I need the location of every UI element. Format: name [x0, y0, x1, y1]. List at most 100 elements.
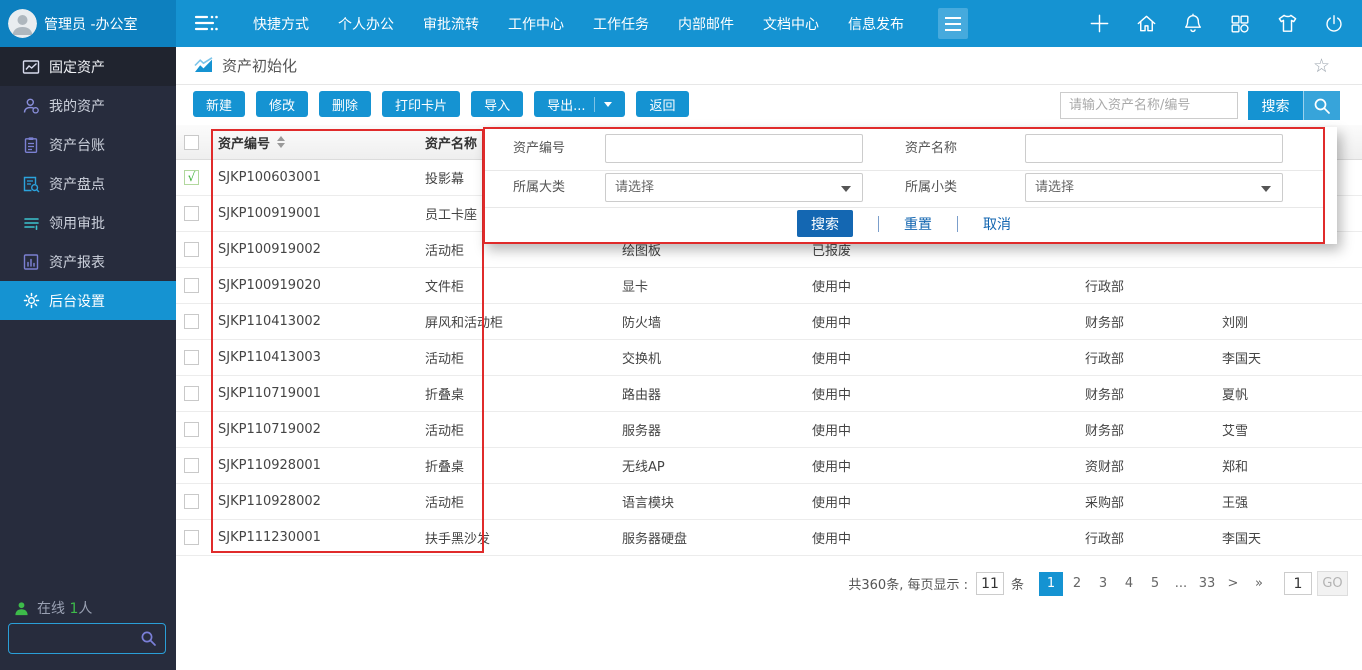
topnav-item-6[interactable]: 文档中心 — [763, 14, 819, 34]
row-checkbox[interactable] — [184, 458, 199, 473]
cell-name: 投影幕 — [425, 160, 464, 195]
cell-id: SJKP110928002 — [218, 484, 321, 519]
power-icon[interactable] — [1322, 12, 1346, 36]
row-checkbox[interactable] — [184, 206, 199, 221]
search-button[interactable]: 搜索 — [1248, 91, 1340, 120]
column-header-asset-name[interactable]: 资产名称 — [425, 125, 492, 159]
sidebar-search-input[interactable] — [15, 625, 133, 652]
cell-id: SJKP111230001 — [218, 520, 321, 555]
button-label: 新建 — [206, 95, 232, 114]
filter-asset-name-input[interactable] — [1025, 134, 1283, 163]
cell-name: 活动柜 — [425, 484, 464, 519]
asset-search-input[interactable] — [1060, 92, 1238, 119]
row-checkbox[interactable] — [184, 350, 199, 365]
go-button[interactable]: GO — [1317, 571, 1348, 596]
sidebar-search-box[interactable] — [8, 623, 166, 654]
cell-id: SJKP100919002 — [218, 232, 321, 267]
nav-collapse-icon[interactable] — [194, 13, 220, 37]
page-size-input[interactable] — [976, 572, 1004, 595]
page-button-2[interactable]: 2 — [1065, 572, 1089, 596]
page-button-3[interactable]: 3 — [1091, 572, 1115, 596]
sort-icon[interactable] — [277, 136, 285, 148]
row-checkbox[interactable] — [184, 242, 199, 257]
toolbar-button-修改[interactable]: 修改 — [256, 91, 308, 117]
online-suffix: 人 — [78, 601, 92, 617]
row-checkbox[interactable] — [184, 422, 199, 437]
topnav-item-7[interactable]: 信息发布 — [848, 14, 904, 34]
filter-asset-name-label: 资产名称 — [905, 134, 957, 164]
filter-cancel-link[interactable]: 取消 — [983, 214, 1011, 234]
menu-toggle-button[interactable] — [938, 8, 968, 39]
search-button-label[interactable]: 搜索 — [1248, 91, 1303, 120]
table-row: SJKP110719001折叠桌路由器使用中财务部夏帆 — [176, 376, 1362, 412]
sidebar-item-资产报表[interactable]: 资产报表 — [0, 242, 176, 281]
topnav-item-1[interactable]: 个人办公 — [338, 14, 394, 34]
cell-id: SJKP100919001 — [218, 196, 321, 231]
search-magnifier-icon[interactable] — [1303, 91, 1340, 120]
page-size-unit: 条 — [1011, 574, 1024, 593]
last-page-button[interactable]: » — [1247, 572, 1271, 596]
row-checkbox[interactable]: √ — [184, 170, 199, 185]
theme-icon[interactable] — [1275, 12, 1299, 36]
sidebar-search-icon[interactable] — [140, 630, 157, 651]
goto-page-input[interactable] — [1284, 572, 1312, 595]
plus-icon[interactable] — [1087, 12, 1111, 36]
table-row: SJKP111230001扶手黑沙发服务器硬盘使用中行政部李国天 — [176, 520, 1362, 556]
sidebar-item-label: 我的资产 — [49, 96, 105, 116]
toolbar-button-打印卡片[interactable]: 打印卡片 — [382, 91, 460, 117]
toolbar-button-删除[interactable]: 删除 — [319, 91, 371, 117]
filter-major-class-select[interactable]: 请选择 — [605, 173, 863, 202]
topnav-item-4[interactable]: 工作任务 — [593, 14, 649, 34]
filter-minor-class-select[interactable]: 请选择 — [1025, 173, 1283, 202]
page-button-1[interactable]: 1 — [1039, 572, 1063, 596]
sidebar-item-后台设置[interactable]: 后台设置 — [0, 281, 176, 320]
toolbar-button-返回[interactable]: 返回 — [636, 91, 688, 117]
sidebar-item-label: 后台设置 — [49, 291, 105, 311]
row-checkbox[interactable] — [184, 386, 199, 401]
sidebar-item-领用审批[interactable]: 领用审批 — [0, 203, 176, 242]
toolbar-button-导出[interactable]: 导出... — [534, 91, 625, 117]
page-title-chart-icon — [194, 57, 213, 74]
button-label: 导出... — [547, 95, 585, 114]
table-row: SJKP110413002屏风和活动柜防火墙使用中财务部刘刚 — [176, 304, 1362, 340]
toolbar-button-新建[interactable]: 新建 — [193, 91, 245, 117]
home-icon[interactable] — [1134, 12, 1158, 36]
sidebar-item-固定资产[interactable]: 固定资产 — [0, 47, 176, 86]
avatar — [8, 9, 37, 38]
page-button-5[interactable]: 5 — [1143, 572, 1167, 596]
topbar: 管理员 -办公室 快捷方式 个人办公 审批流转 工作中心 工作任务 内部邮件 文档中心 信息发… — [0, 0, 1362, 47]
filter-reset-link[interactable]: 重置 — [904, 214, 932, 234]
cell-device: 服务器硬盘 — [622, 520, 687, 555]
favorite-star-icon[interactable]: ☆ — [1313, 55, 1330, 77]
bell-icon[interactable] — [1181, 12, 1205, 36]
toolbar-button-导入[interactable]: 导入 — [471, 91, 523, 117]
filter-asset-id-input[interactable] — [605, 134, 863, 163]
topnav-item-2[interactable]: 审批流转 — [423, 14, 479, 34]
row-checkbox[interactable] — [184, 494, 199, 509]
row-checkbox[interactable] — [184, 314, 199, 329]
cell-id: SJKP110719002 — [218, 412, 321, 447]
cell-status: 使用中 — [812, 448, 851, 483]
user-block[interactable]: 管理员 -办公室 — [0, 0, 176, 47]
next-page-button[interactable]: > — [1221, 572, 1245, 596]
topnav-item-0[interactable]: 快捷方式 — [253, 14, 309, 34]
cell-dept: 采购部 — [1085, 484, 1124, 519]
filter-search-button[interactable]: 搜索 — [797, 210, 853, 237]
filter-major-class-label: 所属大类 — [513, 173, 565, 203]
sidebar-item-我的资产[interactable]: 我的资产 — [0, 86, 176, 125]
sidebar-item-资产台账[interactable]: 资产台账 — [0, 125, 176, 164]
row-checkbox[interactable] — [184, 278, 199, 293]
cell-id: SJKP100603001 — [218, 160, 321, 195]
column-header-asset-id[interactable]: 资产编号 — [218, 125, 285, 159]
sidebar-item-资产盘点[interactable]: 资产盘点 — [0, 164, 176, 203]
topnav-item-3[interactable]: 工作中心 — [508, 14, 564, 34]
select-all-checkbox[interactable] — [184, 125, 199, 159]
cell-user: 艾雪 — [1222, 412, 1248, 447]
page-button-33[interactable]: 33 — [1195, 572, 1219, 596]
cell-dept: 行政部 — [1085, 340, 1124, 375]
apps-icon[interactable] — [1228, 12, 1252, 36]
row-checkbox[interactable] — [184, 530, 199, 545]
page-button-4[interactable]: 4 — [1117, 572, 1141, 596]
cell-name: 活动柜 — [425, 412, 464, 447]
topnav-item-5[interactable]: 内部邮件 — [678, 14, 734, 34]
